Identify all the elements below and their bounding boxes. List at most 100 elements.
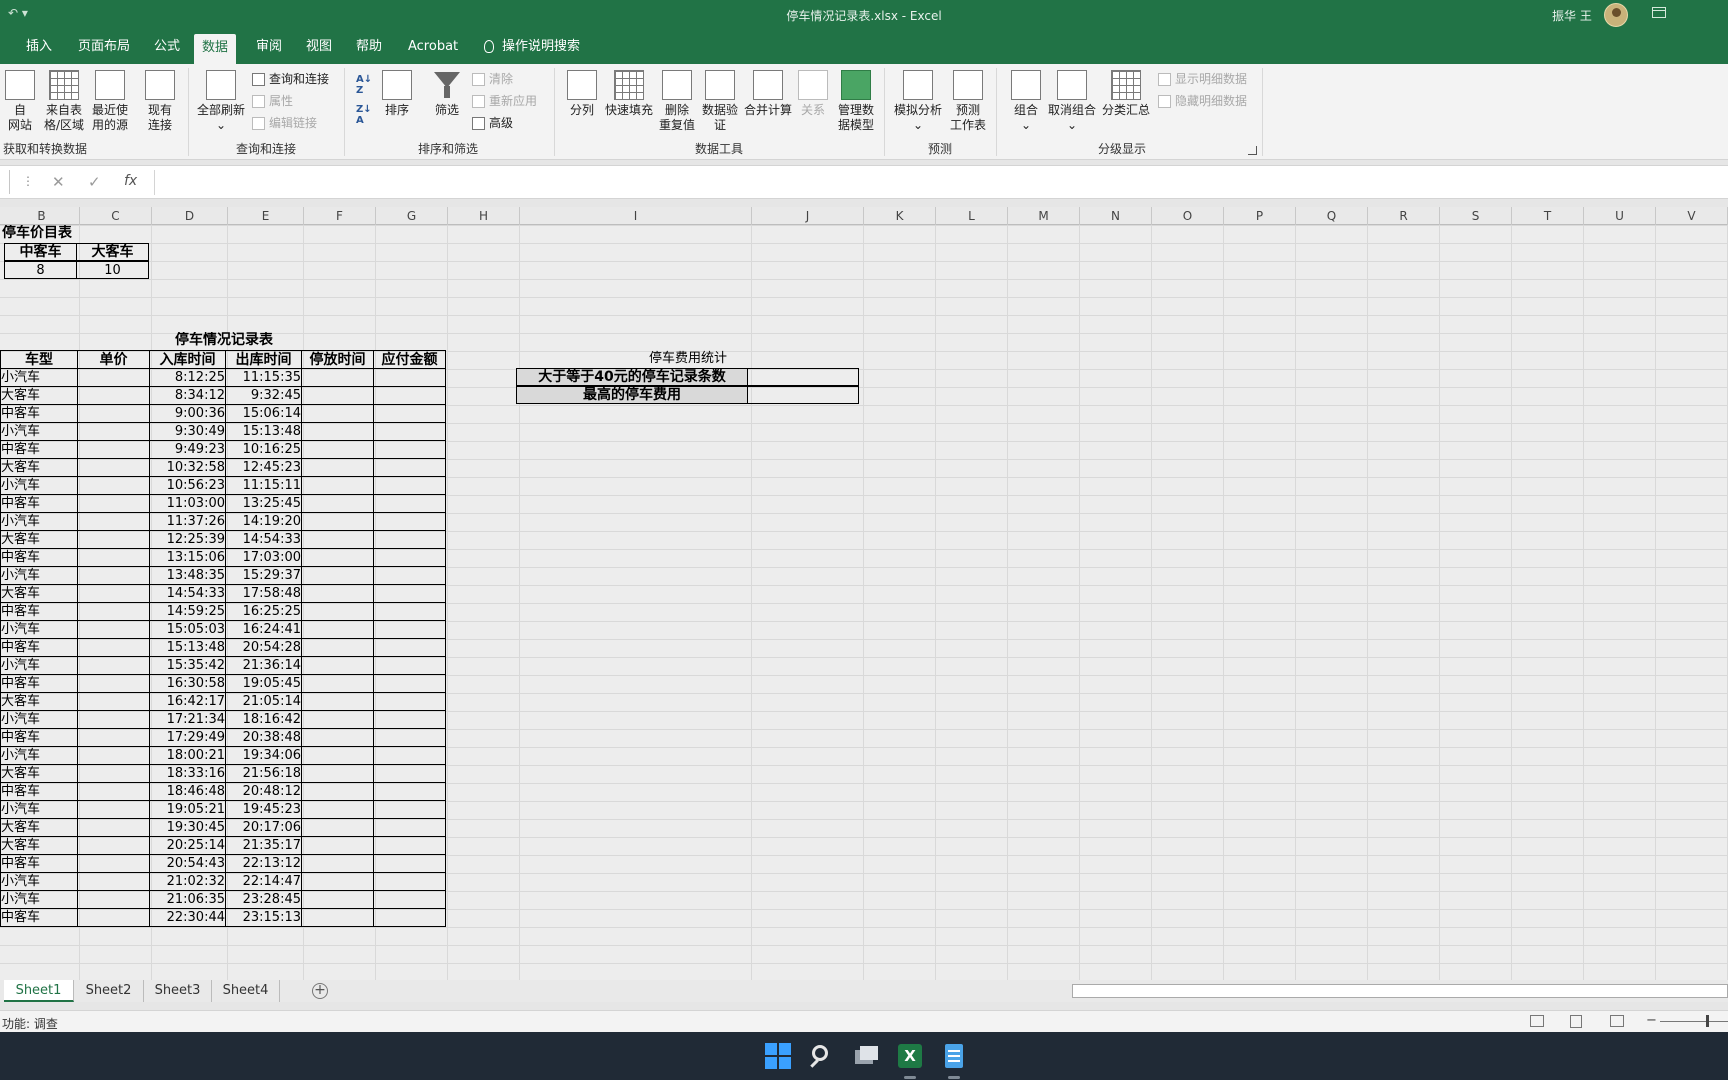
column-header-e[interactable]: E (228, 207, 304, 225)
vehicle-type-cell[interactable]: 中客车 (0, 602, 78, 621)
entry-time-cell[interactable]: 21:06:35 (149, 890, 226, 909)
duration-cell[interactable] (301, 422, 374, 441)
entry-time-cell[interactable]: 17:29:49 (149, 728, 226, 747)
record-header-cell[interactable]: 单价 (77, 350, 150, 369)
tab-view[interactable]: 视图 (298, 30, 340, 64)
duration-cell[interactable] (301, 764, 374, 783)
normal-view-icon[interactable] (1530, 1015, 1544, 1027)
entry-time-cell[interactable]: 16:42:17 (149, 692, 226, 711)
vehicle-type-cell[interactable]: 大客车 (0, 818, 78, 837)
unit-price-cell[interactable] (77, 476, 150, 495)
entry-time-cell[interactable]: 14:54:33 (149, 584, 226, 603)
entry-time-cell[interactable]: 11:03:00 (149, 494, 226, 513)
unit-price-cell[interactable] (77, 512, 150, 531)
vehicle-type-cell[interactable]: 大客车 (0, 530, 78, 549)
amount-due-cell[interactable] (373, 638, 446, 657)
unit-price-cell[interactable] (77, 854, 150, 873)
vehicle-type-cell[interactable]: 中客车 (0, 404, 78, 423)
entry-time-cell[interactable]: 15:05:03 (149, 620, 226, 639)
column-header-q[interactable]: Q (1296, 207, 1368, 225)
vehicle-type-cell[interactable]: 中客车 (0, 854, 78, 873)
what-if-analysis-button[interactable]: 模拟分析 ⌄ (892, 70, 944, 133)
column-header-v[interactable]: V (1656, 207, 1728, 225)
amount-due-cell[interactable] (373, 404, 446, 423)
unit-price-cell[interactable] (77, 440, 150, 459)
amount-due-cell[interactable] (373, 440, 446, 459)
tab-insert[interactable]: 插入 (18, 30, 60, 64)
ribbon-display-options-icon[interactable] (1652, 7, 1666, 18)
vehicle-type-cell[interactable]: 大客车 (0, 386, 78, 405)
relationships-button[interactable]: 关系 (796, 70, 830, 118)
column-header-k[interactable]: K (864, 207, 936, 225)
amount-due-cell[interactable] (373, 422, 446, 441)
entry-time-cell[interactable]: 21:02:32 (149, 872, 226, 891)
amount-due-cell[interactable] (373, 710, 446, 729)
duration-cell[interactable] (301, 458, 374, 477)
amount-due-cell[interactable] (373, 494, 446, 513)
duration-cell[interactable] (301, 584, 374, 603)
user-avatar[interactable] (1604, 3, 1628, 27)
vehicle-type-cell[interactable]: 中客车 (0, 440, 78, 459)
entry-time-cell[interactable]: 20:54:43 (149, 854, 226, 873)
exit-time-cell[interactable]: 14:54:33 (225, 530, 302, 549)
exit-time-cell[interactable]: 12:45:23 (225, 458, 302, 477)
amount-due-cell[interactable] (373, 458, 446, 477)
exit-time-cell[interactable]: 16:24:41 (225, 620, 302, 639)
dialog-launcher-icon[interactable] (1248, 146, 1257, 155)
unit-price-cell[interactable] (77, 692, 150, 711)
duration-cell[interactable] (301, 566, 374, 585)
sheet-tab-1[interactable]: Sheet1 (4, 980, 74, 1002)
exit-time-cell[interactable]: 21:56:18 (225, 764, 302, 783)
stats-title[interactable]: 停车费用统计 (516, 350, 860, 368)
exit-time-cell[interactable]: 15:06:14 (225, 404, 302, 423)
vehicle-type-cell[interactable]: 小汽车 (0, 512, 78, 531)
vehicle-type-cell[interactable]: 中客车 (0, 638, 78, 657)
tab-data[interactable]: 数据 (194, 34, 237, 64)
amount-due-cell[interactable] (373, 476, 446, 495)
vehicle-type-cell[interactable]: 小汽车 (0, 746, 78, 765)
vehicle-type-cell[interactable]: 大客车 (0, 764, 78, 783)
existing-connections-button[interactable]: 现有 连接 (142, 70, 178, 133)
column-header-d[interactable]: D (152, 207, 228, 225)
exit-time-cell[interactable]: 17:03:00 (225, 548, 302, 567)
exit-time-cell[interactable]: 14:19:20 (225, 512, 302, 531)
record-table-title[interactable]: 停车情况记录表 (4, 332, 444, 350)
price-header-medium[interactable]: 中客车 (4, 243, 77, 261)
vehicle-type-cell[interactable]: 大客车 (0, 836, 78, 855)
entry-time-cell[interactable]: 15:13:48 (149, 638, 226, 657)
amount-due-cell[interactable] (373, 782, 446, 801)
hide-detail-button[interactable]: 隐藏明细数据 (1158, 92, 1247, 110)
entry-time-cell[interactable]: 17:21:34 (149, 710, 226, 729)
sort-button[interactable]: 排序 (380, 70, 414, 118)
duration-cell[interactable] (301, 368, 374, 387)
exit-time-cell[interactable]: 20:54:28 (225, 638, 302, 657)
exit-time-cell[interactable]: 15:29:37 (225, 566, 302, 585)
amount-due-cell[interactable] (373, 566, 446, 585)
refresh-all-button[interactable]: 全部刷新 ⌄ (196, 70, 246, 133)
exit-time-cell[interactable]: 20:38:48 (225, 728, 302, 747)
duration-cell[interactable] (301, 854, 374, 873)
tab-acrobat[interactable]: Acrobat (400, 30, 466, 64)
duration-cell[interactable] (301, 638, 374, 657)
entry-time-cell[interactable]: 15:35:42 (149, 656, 226, 675)
tab-formulas[interactable]: 公式 (146, 30, 188, 64)
duration-cell[interactable] (301, 746, 374, 765)
duration-cell[interactable] (301, 890, 374, 909)
unit-price-cell[interactable] (77, 890, 150, 909)
exit-time-cell[interactable]: 13:25:45 (225, 494, 302, 513)
vehicle-type-cell[interactable]: 小汽车 (0, 566, 78, 585)
exit-time-cell[interactable]: 21:36:14 (225, 656, 302, 675)
amount-due-cell[interactable] (373, 692, 446, 711)
vehicle-type-cell[interactable]: 小汽车 (0, 476, 78, 495)
column-header-n[interactable]: N (1080, 207, 1152, 225)
duration-cell[interactable] (301, 404, 374, 423)
duration-cell[interactable] (301, 656, 374, 675)
entry-time-cell[interactable]: 10:56:23 (149, 476, 226, 495)
entry-time-cell[interactable]: 20:25:14 (149, 836, 226, 855)
zoom-out-icon[interactable]: − (1646, 1013, 1657, 1028)
vehicle-type-cell[interactable]: 小汽车 (0, 890, 78, 909)
amount-due-cell[interactable] (373, 620, 446, 639)
duration-cell[interactable] (301, 530, 374, 549)
amount-due-cell[interactable] (373, 548, 446, 567)
entry-time-cell[interactable]: 19:05:21 (149, 800, 226, 819)
